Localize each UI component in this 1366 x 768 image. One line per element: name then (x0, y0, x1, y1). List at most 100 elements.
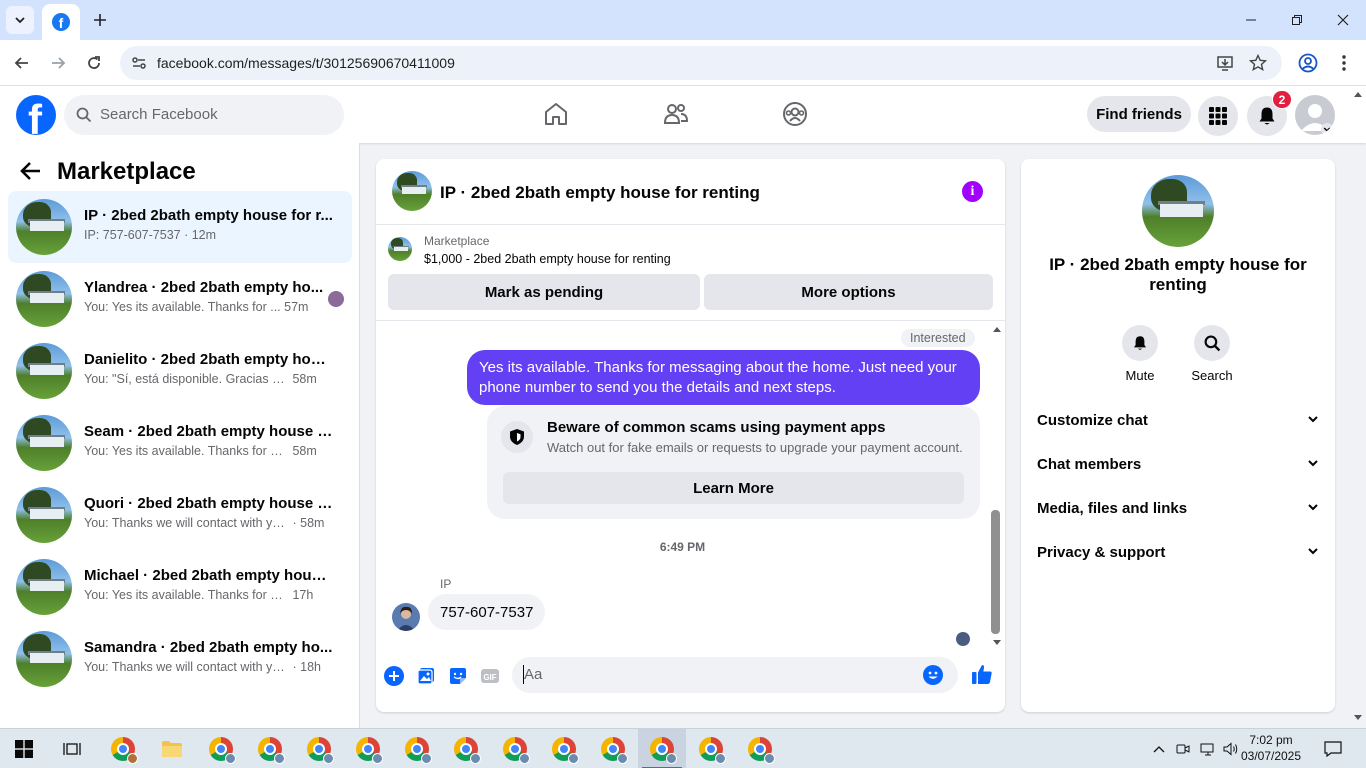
info-icon[interactable]: i (962, 181, 983, 202)
home-icon (545, 103, 567, 125)
taskbar-chrome[interactable] (589, 729, 637, 768)
groups-nav-button[interactable] (779, 98, 811, 130)
customize-chat-row[interactable]: Customize chat (1029, 399, 1327, 443)
conversation-item[interactable]: Danielito · 2bed 2bath empty hous... You… (8, 335, 352, 407)
page-scrollbar[interactable] (1350, 86, 1366, 728)
gif-button[interactable]: GIF (478, 664, 502, 688)
browser-tab-facebook[interactable]: f (42, 4, 80, 40)
taskbar-chrome[interactable] (736, 729, 784, 768)
listing-price-title[interactable]: $1,000 - 2bed 2bath empty house for rent… (424, 252, 671, 266)
mark-as-pending-button[interactable]: Mark as pending (388, 274, 700, 310)
install-app-icon[interactable] (1216, 54, 1234, 72)
start-button[interactable] (0, 729, 48, 768)
chat-title[interactable]: IP · 2bed 2bath empty house for renting (440, 183, 760, 203)
show-hidden-icons-button[interactable] (1149, 729, 1169, 768)
scroll-up-icon[interactable] (992, 325, 1002, 333)
reload-button[interactable] (80, 49, 108, 77)
more-options-button[interactable]: More options (704, 274, 993, 310)
friends-nav-button[interactable] (660, 98, 692, 130)
conversation-name: Quori · 2bed 2bath empty house f... (84, 495, 334, 512)
restore-icon (1292, 15, 1302, 25)
attach-photo-button[interactable] (414, 664, 438, 688)
search-in-conversation-button[interactable]: Search (1177, 325, 1247, 383)
meet-now-button[interactable] (1173, 729, 1193, 768)
grid-menu-icon (1209, 107, 1227, 125)
taskbar-chrome-active[interactable] (638, 729, 686, 768)
forward-button[interactable] (44, 49, 72, 77)
emoji-icon[interactable] (923, 665, 943, 685)
listing-small-thumbnail[interactable] (388, 237, 412, 261)
browser-menu-button[interactable] (1332, 50, 1356, 76)
profile-button[interactable] (1294, 49, 1322, 77)
more-actions-button[interactable] (382, 664, 406, 688)
seen-avatar (328, 291, 344, 307)
windows-logo-icon (15, 740, 33, 758)
taskbar-file-explorer[interactable] (148, 729, 196, 768)
new-tab-button[interactable] (88, 8, 112, 32)
scroll-down-icon[interactable] (1353, 714, 1363, 722)
home-nav-button[interactable] (540, 98, 572, 130)
tab-search-button[interactable] (6, 6, 34, 34)
taskbar-chrome[interactable] (295, 729, 343, 768)
taskbar-chrome[interactable] (99, 729, 147, 768)
sticker-button[interactable] (446, 664, 470, 688)
section-label: Privacy & support (1037, 544, 1166, 561)
account-avatar[interactable] (1295, 95, 1335, 135)
site-settings-icon[interactable] (130, 54, 148, 72)
chat-members-row[interactable]: Chat members (1029, 443, 1327, 487)
back-arrow-icon[interactable] (20, 161, 42, 181)
scroll-down-icon[interactable] (992, 639, 1002, 647)
conversation-item[interactable]: Samandra · 2bed 2bath empty ho... You: T… (8, 623, 352, 695)
back-button[interactable] (8, 49, 36, 77)
conversation-item[interactable]: IP · 2bed 2bath empty house for r... IP:… (8, 191, 352, 263)
menu-button[interactable] (1198, 96, 1238, 136)
conversation-item[interactable]: Seam · 2bed 2bath empty house f... You: … (8, 407, 352, 479)
address-bar[interactable]: facebook.com/messages/t/3012569067041100… (120, 46, 1282, 80)
listing-thumbnail (16, 487, 72, 543)
scroll-up-icon[interactable] (1353, 90, 1363, 98)
minimize-button[interactable] (1228, 0, 1274, 40)
groups-icon (783, 102, 807, 126)
privacy-support-row[interactable]: Privacy & support (1029, 531, 1327, 575)
taskbar-chrome[interactable] (687, 729, 735, 768)
taskbar-chrome[interactable] (246, 729, 294, 768)
facebook-search-input[interactable]: Search Facebook (64, 95, 344, 135)
outgoing-message-bubble[interactable]: Yes its available. Thanks for messaging … (467, 350, 980, 405)
friends-icon (663, 104, 689, 124)
scam-warning-card: Beware of common scams using payment app… (487, 406, 980, 519)
taskbar-chrome[interactable] (393, 729, 441, 768)
bookmark-star-icon[interactable] (1249, 54, 1267, 72)
taskbar-clock[interactable]: 7:02 pm 03/07/2025 (1238, 732, 1304, 764)
interested-label: Interested (901, 329, 975, 347)
thumbs-up-icon (972, 665, 992, 684)
close-window-button[interactable] (1320, 0, 1366, 40)
taskbar-chrome[interactable] (197, 729, 245, 768)
task-view-button[interactable] (48, 729, 96, 768)
conversation-time: 57m (284, 300, 309, 314)
taskbar-chrome[interactable] (491, 729, 539, 768)
media-files-links-row[interactable]: Media, files and links (1029, 487, 1327, 531)
taskbar-chrome[interactable] (442, 729, 490, 768)
read-receipt-avatar (956, 632, 970, 646)
section-label: Customize chat (1037, 412, 1148, 429)
find-friends-button[interactable]: Find friends (1087, 96, 1191, 132)
sender-avatar[interactable] (392, 603, 420, 631)
incoming-message-bubble[interactable]: 757-607-7537 (428, 594, 546, 630)
restore-button[interactable] (1274, 0, 1320, 40)
conversation-item[interactable]: Quori · 2bed 2bath empty house f... You:… (8, 479, 352, 551)
mute-button[interactable]: Mute (1105, 325, 1175, 383)
details-listing-photo[interactable] (1142, 175, 1214, 247)
taskbar-chrome[interactable] (540, 729, 588, 768)
like-button[interactable] (970, 662, 994, 686)
search-placeholder: Search Facebook (100, 106, 218, 123)
network-button[interactable] (1197, 729, 1219, 768)
conversation-item[interactable]: Michael · 2bed 2bath empty house... You:… (8, 551, 352, 623)
message-input[interactable]: Aa (512, 657, 958, 693)
chat-listing-thumbnail[interactable] (392, 171, 432, 211)
action-center-button[interactable] (1318, 729, 1348, 768)
conversation-item[interactable]: Ylandrea · 2bed 2bath empty ho... You: Y… (8, 263, 352, 335)
thread-scroll-thumb[interactable] (991, 510, 1000, 634)
facebook-logo[interactable]: f (16, 95, 56, 135)
learn-more-button[interactable]: Learn More (503, 472, 964, 504)
taskbar-chrome[interactable] (344, 729, 392, 768)
